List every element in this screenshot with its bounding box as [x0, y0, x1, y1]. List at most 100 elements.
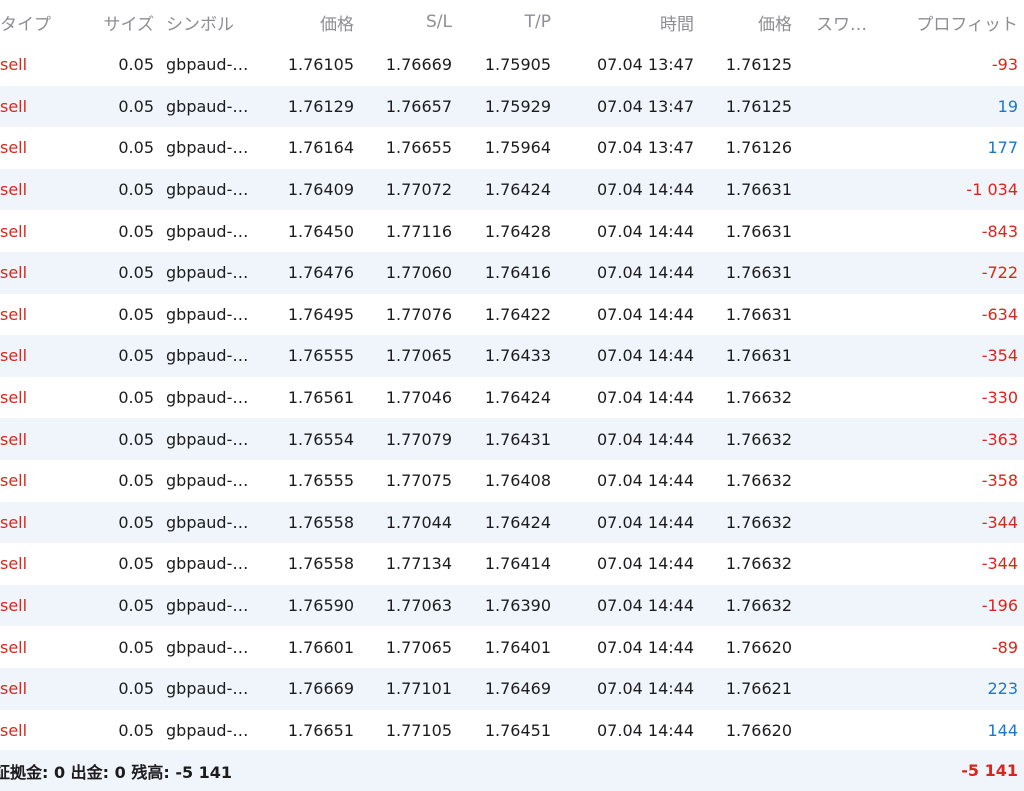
cell-time: 07.04 14:44	[597, 388, 694, 408]
table-row[interactable]: sell 0.05 gbpaud-… 1.76601 1.77065 1.76401 07.…	[0, 626, 1024, 668]
cell-current-price: 1.76631	[725, 180, 792, 200]
cell-size: 0.05	[118, 180, 154, 200]
cell-take-profit: 1.76433	[484, 346, 551, 366]
cell-symbol: gbpaud-…	[166, 388, 249, 408]
cell-current-price: 1.76632	[725, 429, 792, 449]
cell-type: sell	[0, 471, 28, 491]
cell-take-profit: 1.76422	[484, 304, 551, 324]
cell-open-price: 1.76409	[287, 180, 354, 200]
cell-size: 0.05	[118, 138, 154, 158]
cell-open-price: 1.76558	[287, 512, 354, 532]
cell-size: 0.05	[118, 221, 154, 241]
cell-open-price: 1.76129	[287, 96, 354, 116]
cell-take-profit: 1.75964	[484, 138, 551, 158]
table-row[interactable]: sell 0.05 gbpaud-… 1.76558 1.77044 1.76424 07.…	[0, 501, 1024, 544]
cell-profit: -93	[991, 55, 1018, 75]
cell-symbol: gbpaud-…	[166, 429, 249, 449]
header-swap[interactable]: スワ…	[816, 0, 896, 44]
cell-current-price: 1.76621	[725, 679, 792, 699]
header-size[interactable]: サイズ	[80, 0, 155, 44]
cell-type: sell	[0, 138, 28, 158]
table-row[interactable]: sell 0.05 gbpaud-… 1.76555 1.77075 1.76408 07.…	[0, 460, 1024, 502]
table-row[interactable]: sell 0.05 gbpaud-… 1.76561 1.77046 1.76424 07.…	[0, 377, 1024, 419]
table-row[interactable]: sell 0.05 gbpaud-… 1.76651 1.77105 1.76451 07.…	[0, 710, 1024, 752]
cell-size: 0.05	[118, 720, 154, 740]
table-row[interactable]: sell 0.05 gbpaud-… 1.76555 1.77065 1.76433 07.…	[0, 335, 1024, 377]
header-current-price[interactable]: 価格	[700, 0, 792, 44]
table-row[interactable]: sell 0.05 gbpaud-… 1.76669 1.77101 1.76469 07.…	[0, 667, 1024, 710]
cell-take-profit: 1.76451	[484, 720, 551, 740]
cell-take-profit: 1.76424	[484, 180, 551, 200]
table-row[interactable]: sell 0.05 gbpaud-… 1.76105 1.76669 1.75905 07.…	[0, 44, 1024, 86]
table-row[interactable]: sell 0.05 gbpaud-… 1.76129 1.76657 1.75929 07.…	[0, 85, 1024, 128]
cell-time: 07.04 14:44	[597, 596, 694, 616]
cell-size: 0.05	[118, 55, 154, 75]
cell-take-profit: 1.76414	[484, 554, 551, 574]
cell-profit: -89	[991, 637, 1018, 657]
cell-open-price: 1.76554	[287, 429, 354, 449]
table-body: sell 0.05 gbpaud-… 1.76105 1.76669 1.75905 07.…	[0, 44, 1024, 751]
table-row[interactable]: sell 0.05 gbpaud-… 1.76558 1.77134 1.76414 07.…	[0, 543, 1024, 585]
header-tp[interactable]: T/P	[460, 0, 551, 44]
cell-take-profit: 1.76416	[484, 263, 551, 283]
table-row[interactable]: sell 0.05 gbpaud-… 1.76450 1.77116 1.76428 07.…	[0, 210, 1024, 252]
cell-swap	[816, 418, 896, 460]
cell-profit: -843	[981, 221, 1018, 241]
cell-time: 07.04 14:44	[597, 720, 694, 740]
cell-stop-loss: 1.77076	[385, 304, 452, 324]
cell-symbol: gbpaud-…	[166, 138, 249, 158]
cell-take-profit: 1.76424	[484, 388, 551, 408]
cell-swap	[816, 377, 896, 419]
cell-stop-loss: 1.77044	[385, 512, 452, 532]
cell-size: 0.05	[118, 596, 154, 616]
cell-open-price: 1.76555	[287, 471, 354, 491]
cell-open-price: 1.76558	[287, 554, 354, 574]
table-row[interactable]: sell 0.05 gbpaud-… 1.76476 1.77060 1.76416 07.…	[0, 251, 1024, 294]
cell-type: sell	[0, 554, 28, 574]
cell-current-price: 1.76632	[725, 596, 792, 616]
cell-current-price: 1.76125	[725, 96, 792, 116]
header-symbol[interactable]: シンボル	[166, 0, 266, 44]
cell-take-profit: 1.76401	[484, 637, 551, 657]
cell-current-price: 1.76631	[725, 304, 792, 324]
cell-open-price: 1.76669	[287, 679, 354, 699]
cell-swap	[816, 460, 896, 502]
cell-type: sell	[0, 512, 28, 532]
header-price[interactable]: 価格	[260, 0, 354, 44]
positions-table: タイプ サイズ シンボル 価格 S/L T/P 時間 価格 スワ… プロフィット…	[0, 0, 1024, 751]
cell-symbol: gbpaud-…	[166, 263, 249, 283]
cell-open-price: 1.76601	[287, 637, 354, 657]
table-row[interactable]: sell 0.05 gbpaud-… 1.76590 1.77063 1.76390 07.…	[0, 584, 1024, 627]
cell-stop-loss: 1.77075	[385, 471, 452, 491]
cell-symbol: gbpaud-…	[166, 304, 249, 324]
cell-current-price: 1.76620	[725, 720, 792, 740]
header-profit[interactable]: プロフィット	[900, 0, 1018, 44]
cell-time: 07.04 14:44	[597, 221, 694, 241]
header-time[interactable]: 時間	[560, 0, 694, 44]
cell-swap	[816, 210, 896, 252]
header-sl[interactable]: S/L	[360, 0, 452, 44]
header-type[interactable]: タイプ	[0, 0, 75, 44]
cell-take-profit: 1.75905	[484, 55, 551, 75]
cell-size: 0.05	[118, 346, 154, 366]
cell-stop-loss: 1.77105	[385, 720, 452, 740]
cell-time: 07.04 14:44	[597, 512, 694, 532]
cell-swap	[816, 543, 896, 585]
cell-profit: 19	[997, 96, 1018, 116]
cell-type: sell	[0, 388, 28, 408]
cell-open-price: 1.76651	[287, 720, 354, 740]
cell-time: 07.04 14:44	[597, 346, 694, 366]
cell-type: sell	[0, 679, 28, 699]
cell-size: 0.05	[118, 304, 154, 324]
cell-take-profit: 1.76390	[484, 596, 551, 616]
cell-time: 07.04 13:47	[597, 138, 694, 158]
cell-size: 0.05	[118, 388, 154, 408]
cell-stop-loss: 1.76657	[385, 96, 452, 116]
cell-symbol: gbpaud-…	[166, 221, 249, 241]
table-row[interactable]: sell 0.05 gbpaud-… 1.76495 1.77076 1.76422 07.…	[0, 294, 1024, 336]
table-row[interactable]: sell 0.05 gbpaud-… 1.76409 1.77072 1.76424 07.…	[0, 168, 1024, 211]
cell-symbol: gbpaud-…	[166, 55, 249, 75]
cell-current-price: 1.76126	[725, 138, 792, 158]
table-row[interactable]: sell 0.05 gbpaud-… 1.76554 1.77079 1.76431 07.…	[0, 418, 1024, 460]
table-row[interactable]: sell 0.05 gbpaud-… 1.76164 1.76655 1.75964 07.…	[0, 127, 1024, 169]
